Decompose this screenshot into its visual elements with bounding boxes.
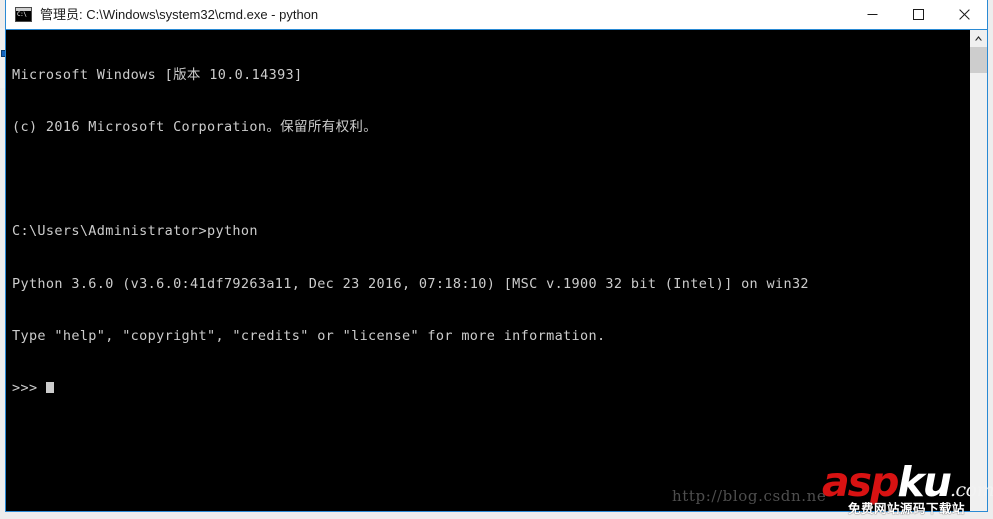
watermark-logo-wordmark: aspku: [822, 462, 952, 503]
console-line: Python 3.6.0 (v3.6.0:41df79263a11, Dec 2…: [12, 275, 809, 292]
minimize-button[interactable]: [849, 0, 895, 29]
maximize-button[interactable]: [895, 0, 941, 29]
cmd-window: 管理员: C:\Windows\system32\cmd.exe - pytho…: [5, 0, 988, 512]
console-output-area[interactable]: Microsoft Windows [版本 10.0.14393] (c) 20…: [6, 30, 987, 511]
text-cursor: [45, 382, 54, 394]
cmd-console-icon: [15, 7, 32, 22]
console-text-block: Microsoft Windows [版本 10.0.14393] (c) 20…: [12, 32, 961, 432]
window-title: 管理员: C:\Windows\system32\cmd.exe - pytho…: [40, 6, 319, 22]
watermark-tagline: 免费网站源码下载站: [848, 501, 966, 516]
scrollbar-track[interactable]: [970, 73, 987, 511]
scroll-up-arrow-icon: [975, 36, 982, 41]
scrollbar-thumb[interactable]: [970, 47, 987, 73]
watermark-logo: aspku .com 免费网站源码下载站: [822, 462, 993, 517]
maximize-icon: [912, 9, 924, 20]
console-scrollbar[interactable]: [969, 30, 987, 511]
title-bar[interactable]: 管理员: C:\Windows\system32\cmd.exe - pytho…: [6, 0, 987, 30]
console-line: Type "help", "copyright", "credits" or "…: [12, 327, 606, 344]
console-line: (c) 2016 Microsoft Corporation。保留所有权利。: [12, 119, 378, 136]
watermark-url: http://blog.csdn.ne: [672, 487, 827, 505]
console-line: C:\Users\Administrator>python: [12, 223, 258, 240]
scroll-up-button[interactable]: [970, 30, 987, 47]
window-controls: [849, 0, 987, 29]
minimize-icon: [867, 14, 877, 15]
screen-root: 管理员: C:\Windows\system32\cmd.exe - pytho…: [0, 0, 993, 519]
python-prompt: >>>: [12, 380, 46, 397]
console-line: Microsoft Windows [版本 10.0.14393]: [12, 66, 303, 83]
console-prompt-line: >>>: [12, 380, 961, 397]
close-button[interactable]: [941, 0, 987, 29]
close-icon: [958, 9, 970, 20]
